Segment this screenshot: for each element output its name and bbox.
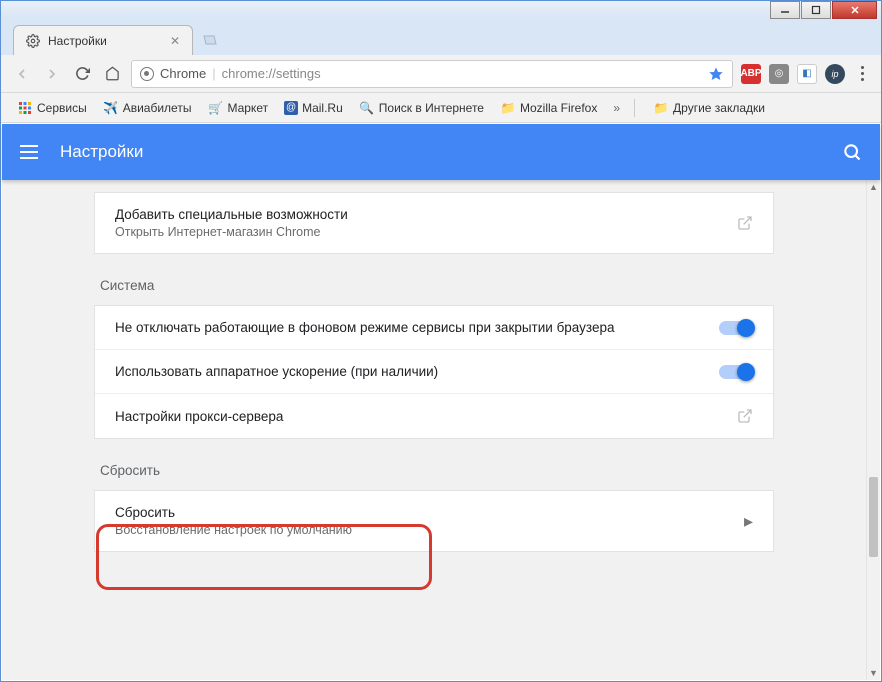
- extension-icon[interactable]: ◎: [769, 64, 789, 84]
- bookmark-apps[interactable]: Сервисы: [11, 97, 93, 119]
- reload-button[interactable]: [71, 63, 93, 85]
- close-tab-icon[interactable]: ✕: [170, 34, 180, 48]
- cart-icon: 🛒: [207, 100, 223, 116]
- toggle-switch[interactable]: [719, 365, 753, 379]
- menu-icon[interactable]: [20, 145, 38, 159]
- browser-menu-button[interactable]: [853, 62, 871, 85]
- back-button[interactable]: [11, 63, 33, 85]
- toolbar: Chrome | chrome://settings ABP ◎ ◧ ip: [1, 55, 881, 93]
- titlebar: [1, 1, 881, 19]
- row-title: Добавить специальные возможности: [115, 207, 737, 222]
- bookmark-item[interactable]: @Mail.Ru: [278, 98, 349, 118]
- toggle-switch[interactable]: [719, 321, 753, 335]
- address-url: chrome://settings: [222, 66, 321, 81]
- row-title: Сбросить: [115, 505, 744, 520]
- tab-settings[interactable]: Настройки ✕: [13, 25, 193, 55]
- row-subtitle: Открыть Интернет-магазин Chrome: [115, 225, 737, 239]
- chevron-right-icon: ▸: [744, 511, 753, 532]
- bookmark-item[interactable]: ✈️Авиабилеты: [97, 97, 198, 119]
- minimize-button[interactable]: [770, 1, 800, 19]
- section-label-system: Система: [94, 254, 774, 305]
- address-bar[interactable]: Chrome | chrome://settings: [131, 60, 733, 88]
- tab-title: Настройки: [48, 34, 107, 48]
- plane-icon: ✈️: [103, 100, 119, 116]
- new-tab-button[interactable]: [199, 29, 221, 51]
- bookmarks-bar: Сервисы ✈️Авиабилеты 🛒Маркет @Mail.Ru 🔍П…: [1, 93, 881, 123]
- reset-card: Сбросить Восстановление настроек по умол…: [94, 490, 774, 552]
- chrome-origin-icon: [140, 67, 154, 81]
- extension-icon[interactable]: ◧: [797, 64, 817, 84]
- at-icon: @: [284, 101, 298, 115]
- settings-header: Настройки: [2, 124, 880, 180]
- bookmarks-overflow-button[interactable]: »: [607, 101, 626, 115]
- scrollbar-thumb[interactable]: [869, 477, 878, 557]
- scroll-down-icon[interactable]: ▼: [867, 666, 880, 680]
- page-title: Настройки: [60, 142, 143, 162]
- section-label-reset: Сбросить: [94, 439, 774, 490]
- apps-grid-icon: [17, 100, 33, 116]
- close-window-button[interactable]: [832, 1, 877, 19]
- accessibility-card: Добавить специальные возможности Открыть…: [94, 192, 774, 254]
- hardware-accel-row[interactable]: Использовать аппаратное ускорение (при н…: [95, 350, 773, 394]
- home-button[interactable]: [101, 63, 123, 85]
- accessibility-row[interactable]: Добавить специальные возможности Открыть…: [95, 193, 773, 253]
- scroll-up-icon[interactable]: ▲: [867, 180, 880, 194]
- bookmark-item[interactable]: 🔍Поиск в Интернете: [353, 97, 490, 119]
- extension-abp-icon[interactable]: ABP: [741, 64, 761, 84]
- search-icon: 🔍: [359, 100, 375, 116]
- tab-strip: Настройки ✕: [1, 19, 881, 55]
- other-bookmarks-button[interactable]: 📁Другие закладки: [647, 97, 771, 119]
- proxy-settings-row[interactable]: Настройки прокси-сервера: [95, 394, 773, 438]
- external-link-icon: [737, 215, 753, 231]
- folder-icon: 📁: [500, 100, 516, 116]
- gear-icon: [26, 34, 40, 48]
- row-subtitle: Восстановление настроек по умолчанию: [115, 523, 744, 537]
- folder-icon: 📁: [653, 100, 669, 116]
- forward-button[interactable]: [41, 63, 63, 85]
- maximize-button[interactable]: [801, 1, 831, 19]
- search-icon[interactable]: [842, 142, 862, 162]
- bookmark-item[interactable]: 🛒Маркет: [201, 97, 274, 119]
- bookmark-star-icon[interactable]: [708, 66, 724, 82]
- external-link-icon: [737, 408, 753, 424]
- address-host: Chrome: [160, 66, 206, 81]
- bookmark-item[interactable]: 📁Mozilla Firefox: [494, 97, 603, 119]
- reset-row[interactable]: Сбросить Восстановление настроек по умол…: [95, 491, 773, 551]
- system-card: Не отключать работающие в фоновом режиме…: [94, 305, 774, 439]
- background-apps-row[interactable]: Не отключать работающие в фоновом режиме…: [95, 306, 773, 350]
- extension-ip-icon[interactable]: ip: [825, 64, 845, 84]
- scrollbar[interactable]: ▲ ▼: [866, 180, 880, 680]
